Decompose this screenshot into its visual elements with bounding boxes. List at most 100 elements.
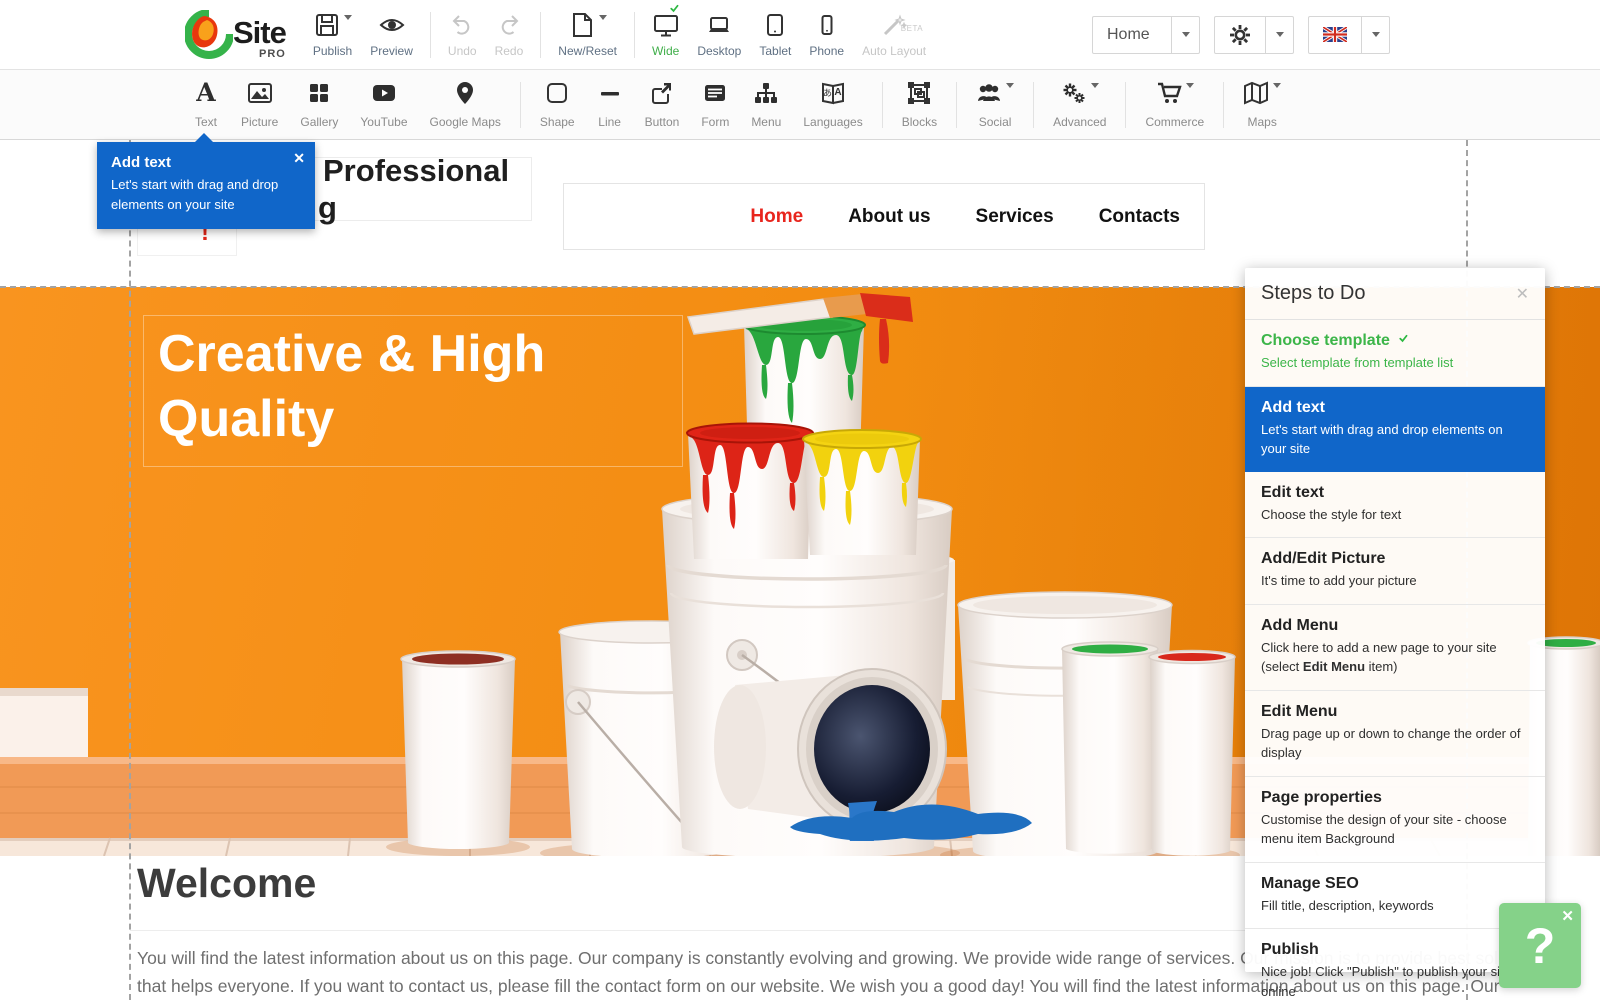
page-select[interactable]: Home bbox=[1092, 16, 1200, 54]
picture-tool[interactable]: Picture bbox=[230, 70, 289, 139]
menu-tool[interactable]: Menu bbox=[740, 70, 792, 139]
elements-toolbar: ATextPictureGalleryYouTubeGoogle MapsSha… bbox=[0, 70, 1600, 140]
blocks-tool[interactable]: Blocks bbox=[891, 70, 948, 139]
step-title: Edit text bbox=[1261, 484, 1529, 502]
page-select-caret[interactable] bbox=[1171, 17, 1199, 53]
shape-tool[interactable]: Shape bbox=[529, 70, 586, 139]
step-choose-template[interactable]: Choose templateSelect template from temp… bbox=[1245, 320, 1545, 387]
language-caret[interactable] bbox=[1361, 17, 1389, 53]
topbar-group: Publish Preview bbox=[304, 0, 422, 69]
canvas-left-guide bbox=[129, 140, 131, 1000]
line-tool[interactable]: Line bbox=[586, 70, 634, 139]
step-page-properties[interactable]: Page propertiesCustomise the design of y… bbox=[1245, 777, 1545, 863]
wide-button[interactable]: Wide bbox=[643, 0, 688, 69]
undo-button: Undo bbox=[439, 0, 486, 69]
menu-tool-label: Menu bbox=[751, 115, 781, 129]
add-text-tooltip: ✕ Add text Let's start with drag and dro… bbox=[97, 142, 315, 229]
advanced-tool[interactable]: Advanced bbox=[1042, 70, 1117, 139]
wand-icon: BETA bbox=[881, 12, 907, 42]
text-tool[interactable]: AText bbox=[182, 70, 230, 139]
step-subtitle: Customise the design of your site - choo… bbox=[1261, 810, 1529, 849]
social-tool[interactable]: Social bbox=[965, 70, 1025, 139]
google-maps-tool-label: Google Maps bbox=[430, 115, 501, 129]
step-title: Add/Edit Picture bbox=[1261, 550, 1529, 568]
chevron-down-icon bbox=[344, 15, 352, 20]
topbar-group: Wide Desktop Tablet Phone BETA Auto Layout bbox=[643, 0, 935, 69]
laptop-icon bbox=[706, 12, 732, 42]
settings-caret[interactable] bbox=[1265, 17, 1293, 53]
close-icon[interactable]: ✕ bbox=[293, 150, 305, 167]
close-icon[interactable]: ✕ bbox=[1516, 284, 1529, 304]
youtube-tool[interactable]: YouTube bbox=[349, 70, 418, 139]
picture-tool-label: Picture bbox=[241, 115, 278, 129]
new-doc-icon bbox=[569, 12, 607, 42]
nav-link-home[interactable]: Home bbox=[750, 206, 803, 228]
nav-link-services[interactable]: Services bbox=[976, 206, 1054, 228]
new-reset-button[interactable]: New/Reset bbox=[549, 0, 626, 69]
redo-label: Redo bbox=[495, 44, 524, 58]
step-subtitle: Nice job! Click "Publish" to publish you… bbox=[1261, 962, 1529, 1000]
step-add-edit-picture[interactable]: Add/Edit Picture It's time to add your pi… bbox=[1245, 538, 1545, 605]
step-title: Publish bbox=[1261, 941, 1529, 959]
hero-heading-element[interactable]: Creative & High Quality bbox=[143, 315, 683, 467]
commerce-tool[interactable]: Commerce bbox=[1134, 70, 1215, 139]
tablet-button[interactable]: Tablet bbox=[750, 0, 800, 69]
desktop-button[interactable]: Desktop bbox=[688, 0, 750, 69]
desktop-label: Desktop bbox=[697, 44, 741, 58]
chevron-down-icon bbox=[1273, 83, 1281, 88]
step-title: Add text bbox=[1261, 399, 1529, 417]
green-check-icon bbox=[1398, 334, 1414, 349]
welcome-heading[interactable]: Welcome bbox=[137, 860, 316, 907]
site-nav-menu: Home About us Services Contacts bbox=[563, 183, 1205, 250]
step-add-text[interactable]: Add textLet's start with drag and drop e… bbox=[1245, 387, 1545, 472]
gear-icon bbox=[1215, 17, 1265, 53]
phone-label: Phone bbox=[809, 44, 844, 58]
chevron-down-icon bbox=[1186, 83, 1194, 88]
undo-icon bbox=[449, 12, 475, 42]
publish-label: Publish bbox=[313, 44, 352, 58]
step-edit-menu[interactable]: Edit MenuDrag page up or down to change … bbox=[1245, 691, 1545, 777]
preview-button[interactable]: Preview bbox=[361, 0, 422, 69]
languages-tool-label: Languages bbox=[803, 115, 862, 129]
publish-button[interactable]: Publish bbox=[304, 0, 361, 69]
step-edit-text[interactable]: Edit textChoose the style for text bbox=[1245, 472, 1545, 539]
nav-link-contacts[interactable]: Contacts bbox=[1099, 206, 1180, 228]
settings-button[interactable] bbox=[1214, 16, 1294, 54]
language-button[interactable] bbox=[1308, 16, 1390, 54]
shape-tool-label: Shape bbox=[540, 115, 575, 129]
steps-panel-title: Steps to Do bbox=[1261, 282, 1366, 305]
social-icon bbox=[976, 80, 1014, 112]
question-mark-icon: ? bbox=[1525, 917, 1556, 975]
steps-panel-header: Steps to Do ✕ bbox=[1245, 268, 1545, 320]
redo-icon bbox=[496, 12, 522, 42]
help-button[interactable]: ? ✕ bbox=[1499, 903, 1581, 988]
topbar-group: New/Reset bbox=[549, 0, 626, 69]
top-toolbar: Site PRO Publish Preview Undo Redo New/Reset… bbox=[0, 0, 1600, 70]
toolbar-separator bbox=[956, 82, 957, 128]
line-tool-label: Line bbox=[598, 115, 621, 129]
green-check-icon bbox=[669, 4, 685, 19]
toolbar-separator bbox=[634, 12, 635, 58]
sitepro-logo[interactable]: Site PRO bbox=[185, 10, 286, 60]
close-icon[interactable]: ✕ bbox=[1561, 907, 1574, 925]
step-subtitle: It's time to add your picture bbox=[1261, 571, 1529, 591]
tooltip-body: Let's start with drag and drop elements … bbox=[111, 175, 291, 215]
svg-text:A: A bbox=[834, 87, 841, 98]
toolbar-separator bbox=[430, 12, 431, 58]
toolbar-separator bbox=[882, 82, 883, 128]
languages-tool[interactable]: あALanguages bbox=[792, 70, 873, 139]
monitor-icon bbox=[653, 12, 679, 42]
phone-button[interactable]: Phone bbox=[800, 0, 853, 69]
maps-tool[interactable]: Maps bbox=[1232, 70, 1292, 139]
auto-layout-label: Auto Layout bbox=[862, 44, 926, 58]
form-tool[interactable]: Form bbox=[690, 70, 740, 139]
gallery-tool[interactable]: Gallery bbox=[289, 70, 349, 139]
nav-link-about-us[interactable]: About us bbox=[848, 206, 930, 228]
chevron-down-icon bbox=[1276, 32, 1284, 37]
step-add-menu[interactable]: Add MenuClick here to add a new page to … bbox=[1245, 605, 1545, 691]
google-maps-tool[interactable]: Google Maps bbox=[419, 70, 512, 139]
text-tool-label: Text bbox=[195, 115, 217, 129]
undo-label: Undo bbox=[448, 44, 477, 58]
button-tool[interactable]: Button bbox=[634, 70, 691, 139]
social-tool-label: Social bbox=[979, 115, 1012, 129]
